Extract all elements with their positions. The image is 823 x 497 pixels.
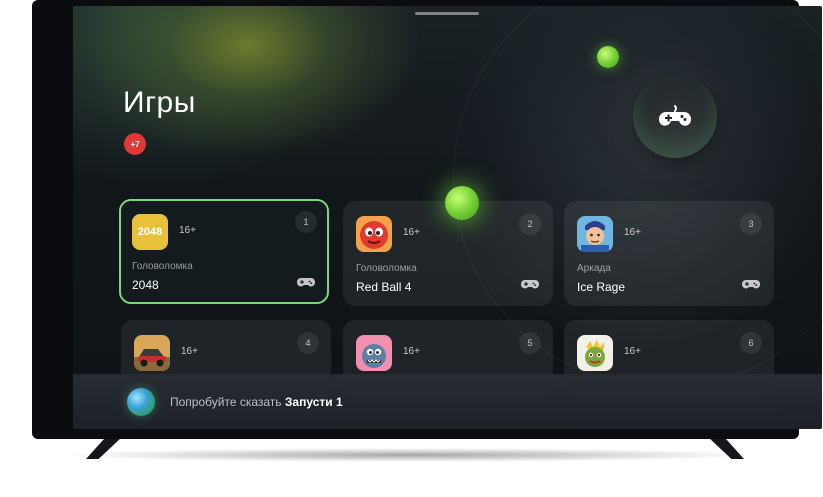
new-games-badge: +7 [124,133,146,155]
game-card-red-ball-4[interactable]: 16+ 2 Головоломка Red Ball 4 [343,201,553,306]
hint-command: Запусти 1 [284,395,343,409]
rank-number: 4 [297,332,319,354]
gamepad-icon [659,105,691,126]
red-ball-icon [356,216,392,252]
hockey-player-icon [577,216,613,252]
tv-shadow [60,448,760,462]
age-rating: 16+ [624,346,641,357]
decor-green-ball-top [597,46,619,68]
voice-hint-bar: Попробуйте сказать Запусти 1 [73,374,822,429]
tv-screen: Игры +7 2048 16+ 1 Головоломка 2048 16+ … [73,6,822,429]
age-rating: 16+ [403,346,420,357]
age-rating: 16+ [181,346,198,357]
game-name: Ice Rage [577,280,626,294]
game-name: 2048 [132,278,159,292]
rank-number: 3 [740,213,762,235]
cartoon-character-icon [577,335,613,371]
2048-tile-icon: 2048 [132,214,168,250]
age-rating: 16+ [624,227,641,238]
monster-icon [356,335,392,371]
rank-number: 1 [295,211,317,233]
tv-frame: Игры +7 2048 16+ 1 Головоломка 2048 16+ … [32,0,822,439]
rank-number: 6 [740,332,762,354]
voice-hint-text: Попробуйте сказать Запусти 1 [170,395,343,409]
page-title: Игры [123,86,196,119]
decor-green-ball-center [445,186,479,220]
rank-number: 5 [519,332,541,354]
game-genre: Головоломка [132,261,193,272]
game-genre: Аркада [577,263,611,274]
games-hub-orb [633,74,717,158]
gamepad-icon [297,278,315,287]
game-card-ice-rage[interactable]: 16+ 3 Аркада Ice Rage [564,201,774,306]
race-car-icon [134,335,170,371]
hint-prefix: Попробуйте сказать [170,395,282,409]
assistant-orb-icon[interactable] [127,388,155,416]
gamepad-icon [742,280,760,289]
age-rating: 16+ [179,225,196,236]
gamepad-icon [521,280,539,289]
top-drag-handle[interactable] [415,12,479,15]
rank-number: 2 [519,213,541,235]
game-genre: Головоломка [356,263,417,274]
age-rating: 16+ [403,227,420,238]
game-card-2048[interactable]: 2048 16+ 1 Головоломка 2048 [119,199,329,304]
game-name: Red Ball 4 [356,280,412,294]
